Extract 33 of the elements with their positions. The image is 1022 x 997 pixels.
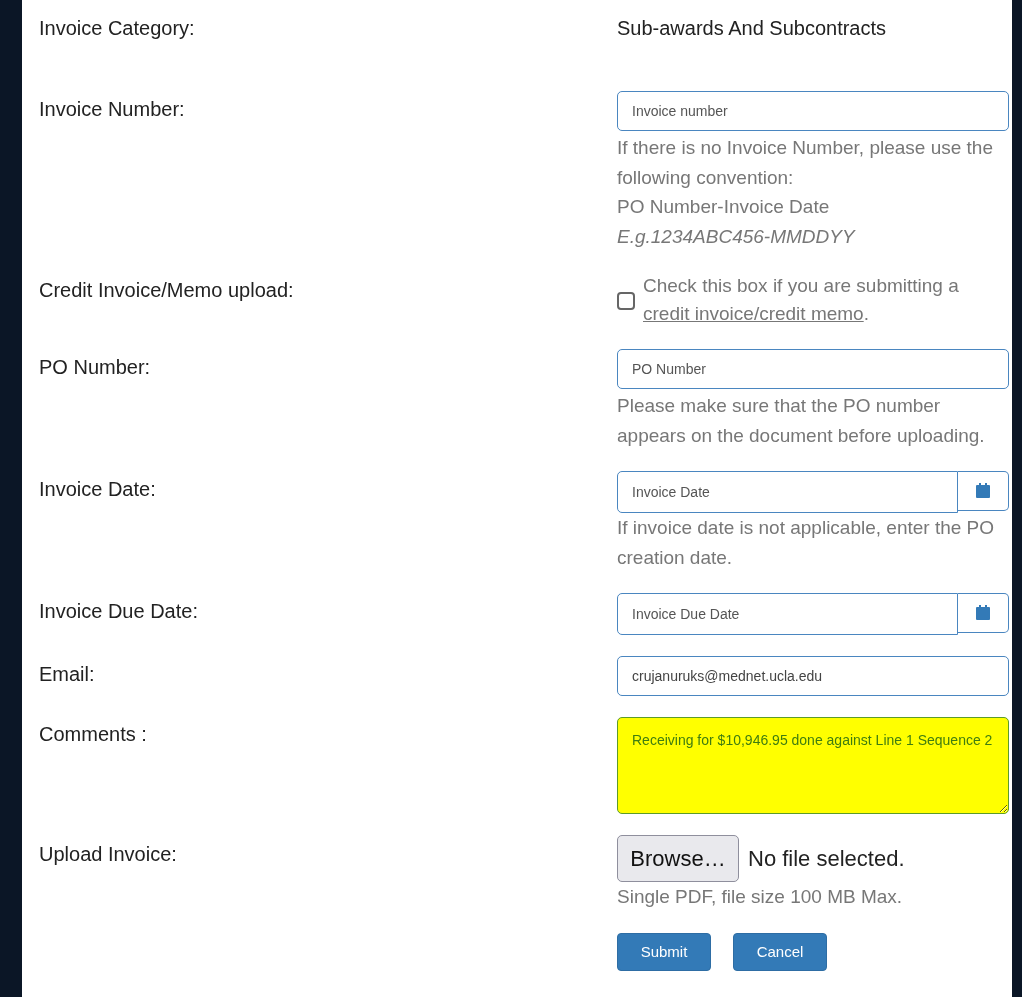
file-status: No file selected. — [748, 845, 905, 872]
input-field[interactable]: PO Number — [617, 349, 1009, 389]
input-field[interactable]: Invoice number — [617, 91, 1009, 131]
browse-button[interactable]: Browse… — [617, 835, 739, 882]
date-field[interactable]: Invoice Due Date — [617, 593, 958, 635]
field-label: Email: — [39, 662, 96, 687]
calendar-icon — [976, 483, 990, 498]
field-label: Invoice Due Date: — [39, 599, 199, 624]
checkbox-label: Check this box if you are submitting a credit invoice/credit memo. — [643, 274, 960, 326]
submit-button[interactable]: Submit — [617, 932, 711, 971]
checkbox[interactable] — [617, 292, 635, 310]
field-label: Invoice Number: — [39, 97, 186, 122]
cancel-button[interactable]: Cancel — [733, 932, 827, 971]
field-label: Comments : — [39, 722, 148, 747]
comments-field[interactable]: Receiving for $10,946.95 done against Line 1 Sequence 2 — [617, 717, 1009, 814]
help-text: Please make sure that the PO number appears on the document before uploading. — [617, 394, 986, 448]
help-text: E.g.1234ABC456-MMDDYY — [617, 224, 857, 249]
calendar-icon — [976, 605, 990, 620]
field-label: Invoice Category: — [39, 17, 196, 39]
field-value: Sub-awards And Subcontracts — [617, 17, 888, 39]
calendar-button[interactable] — [958, 593, 1009, 633]
date-field[interactable]: Invoice Date — [617, 471, 958, 513]
input-field[interactable]: crujanuruks@mednet.ucla.edu — [617, 656, 1009, 696]
calendar-button[interactable] — [958, 471, 1009, 511]
credit-memo-link[interactable]: credit invoice/credit memo — [643, 303, 864, 324]
help-text: If invoice date is not applicable, enter the PO creation date. — [617, 516, 996, 570]
help-text: Single PDF, file size 100 MB Max. — [617, 885, 904, 909]
help-text: If there is no Invoice Number, please use the following convention: — [617, 136, 994, 190]
help-text: PO Number-Invoice Date — [617, 195, 831, 219]
field-label: Upload Invoice: — [39, 842, 178, 867]
field-label: PO Number: — [39, 355, 152, 380]
field-label: Invoice Date: — [39, 477, 157, 502]
field-label: Credit Invoice/Memo upload: — [39, 278, 295, 303]
